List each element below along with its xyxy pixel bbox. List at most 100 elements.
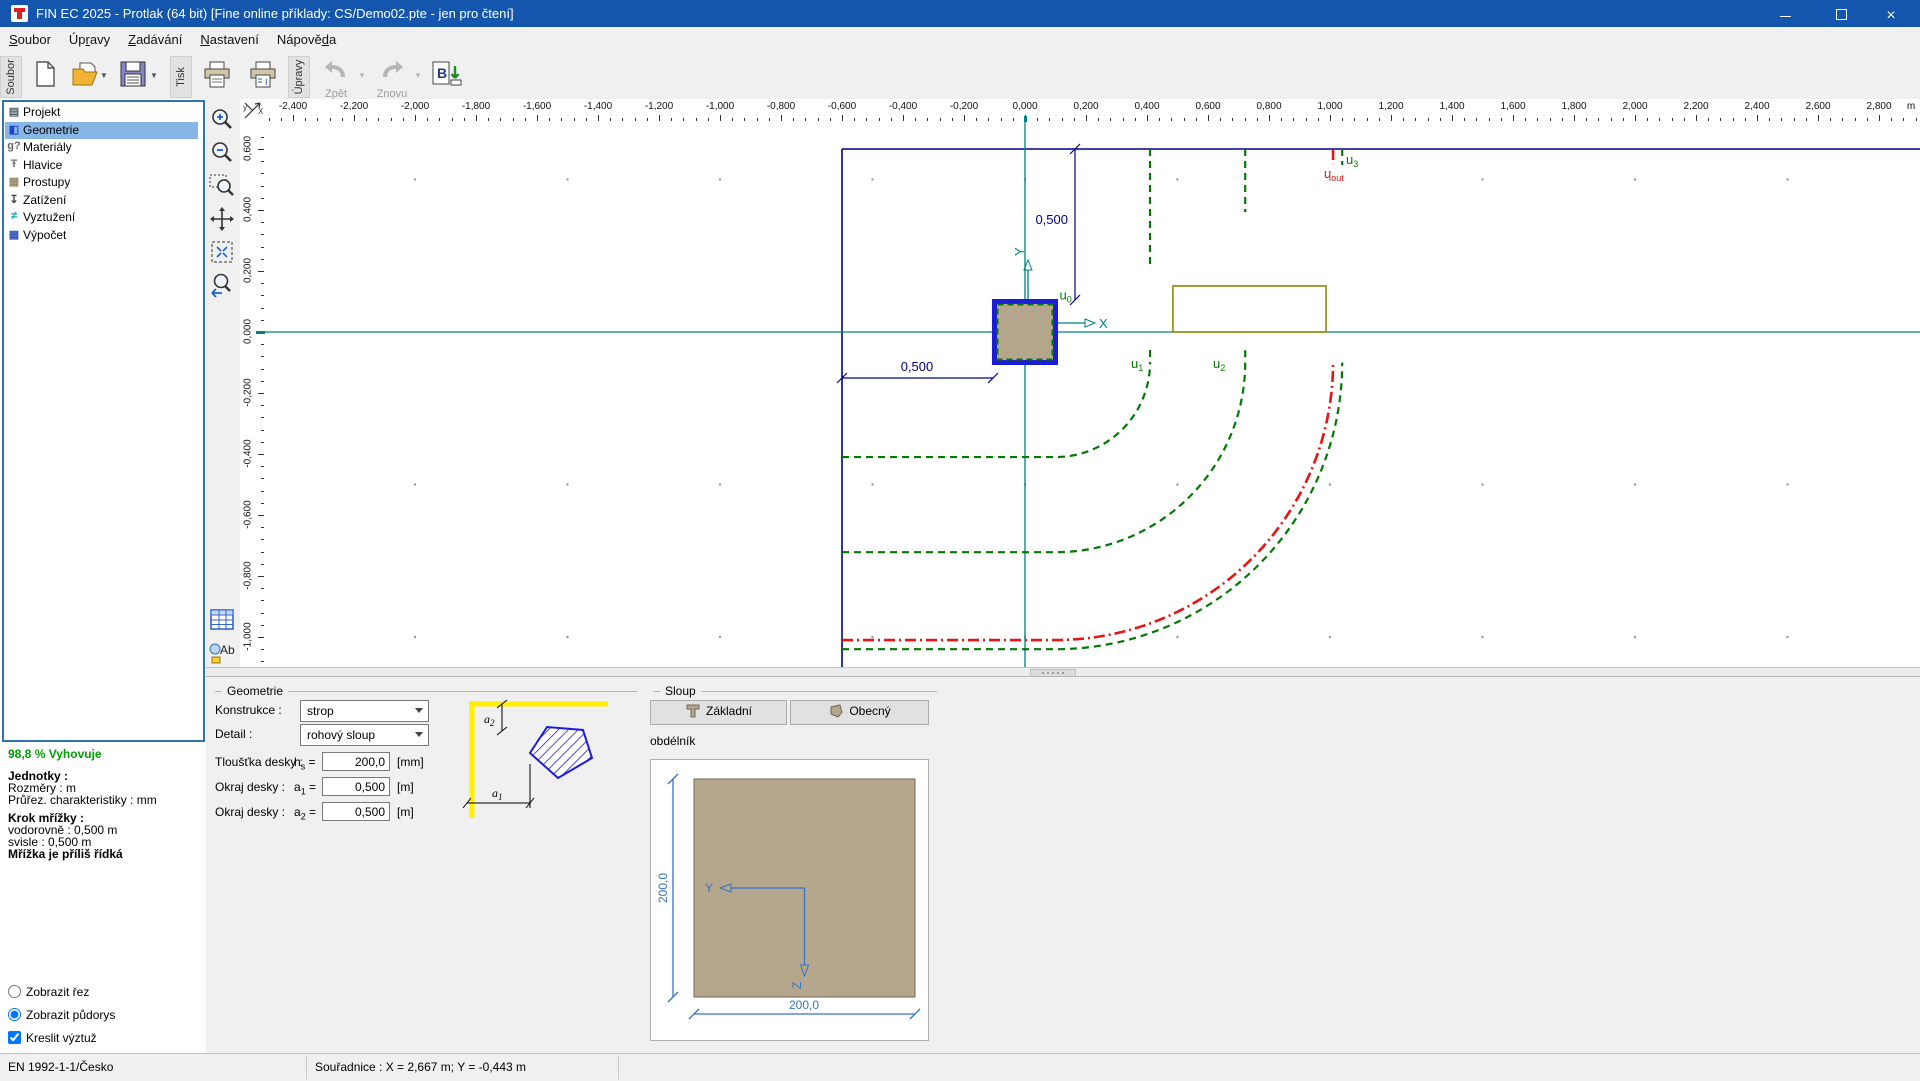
menu-item-napoveda[interactable]: Nápověda [268,27,345,53]
menu-item-soubor[interactable]: Soubor [0,27,60,53]
sidebar-item-label: Projekt [23,105,60,119]
report-export-button[interactable]: B [428,58,468,94]
ruler-tick-label: 0,600 [1186,101,1230,112]
column-general-button[interactable]: Obecný [790,700,929,725]
sidebar-item-prostupy[interactable]: ▦Prostupy [5,174,198,191]
reinforcement-icon: ≠ [5,210,23,222]
drawing-canvas[interactable]: XYu1u2u3uoutu00,5000,500 [265,122,1920,667]
ruler-tick-label: -1,000 [243,617,254,657]
zoom-window-button[interactable] [208,172,238,202]
save-button[interactable] [116,58,150,94]
ruler-tick-label: -1,800 [454,101,498,112]
ruler-tick-label: -0,200 [942,101,986,112]
control-perimeter-uout[interactable] [842,149,1333,640]
new-file-button[interactable] [28,58,62,94]
menu-item-nastaveni[interactable]: Nastavení [191,27,268,53]
pan-icon [208,205,236,233]
menu-bar: SouborÚpravyZadáváníNastaveníNápověda [0,27,1920,53]
undo-dropdown-arrow[interactable]: ▼ [358,71,366,80]
print-icon [202,60,232,88]
redo-dropdown-arrow[interactable]: ▼ [414,71,422,80]
open-file-button[interactable] [68,58,102,94]
horizontal-ruler: X y m -2,400-2,200-2,000-1,800-1,600-1,4… [240,99,1920,123]
ruler-tick-label: -1,600 [515,101,559,112]
unit-label: [mm] [397,755,424,769]
window-title: FIN EC 2025 - Protlak (64 bit) [Fine onl… [36,6,514,21]
opening-outline[interactable] [1173,286,1326,332]
select-detail[interactable]: rohový sloup [300,724,429,746]
results-table-button[interactable] [208,607,238,637]
results-table-icon [208,607,236,633]
ruler-tick-label: 0,000 [1003,101,1047,112]
loads-icon: ↧ [5,193,23,206]
radio-input[interactable] [8,1008,21,1021]
dimension-label: 0,500 [1035,212,1068,227]
redo-button[interactable]: Znovu [372,58,412,94]
sidebar-item-materialy[interactable]: g?Materiály [5,139,198,156]
perimeter-label-u3: u3 [1346,152,1358,169]
sidebar-item-label: Hlavice [23,158,62,172]
undo-icon [324,60,348,78]
result-status: 98,8 % Vyhovuje [8,747,102,761]
properties-panel: Geometrie Konstrukce :stropDetail :rohov… [206,676,1920,1054]
sidebar-item-label: Výpočet [23,228,66,242]
option-label: Zobrazit půdorys [26,1008,115,1022]
checkbox-kreslitvyztuz[interactable]: Kreslit výztuž [8,1031,97,1045]
zoom-in-icon [208,106,236,134]
menu-item-zadavani[interactable]: Zadávání [119,27,191,53]
zoom-previous-icon [208,271,236,299]
column-section[interactable] [995,302,1056,363]
zoom-in-button[interactable] [208,106,238,136]
ruler-tick-label: 2,000 [1613,101,1657,112]
open-dropdown-arrow[interactable]: ▼ [100,71,108,80]
zoom-previous-button[interactable] [208,271,238,301]
menu-item-upravy[interactable]: Úpravy [60,27,119,53]
print-document-button[interactable]: I [246,58,280,94]
svg-text:200,0: 200,0 [656,873,670,903]
navigation-tree: ▤Projekt◧Geometrieg?MateriályŦHlavice▦Pr… [2,100,205,742]
maximize-button[interactable] [1818,0,1864,27]
chevron-down-icon [415,732,423,737]
input-hs[interactable]: 200,0 [322,752,390,771]
field-label: Okraj desky : [215,805,285,819]
ruler-tick-label: 2,800 [1857,101,1901,112]
sidebar-item-label: Materiály [23,140,72,154]
pan-button[interactable] [208,205,238,235]
sidebar-item-geometrie[interactable]: ◧Geometrie [5,122,198,139]
input-a1[interactable]: 0,500 [322,777,390,796]
calculation-icon: ▦ [5,228,23,241]
minimize-button[interactable] [1762,0,1808,27]
close-button[interactable]: × [1868,0,1914,27]
control-perimeter-u3[interactable] [842,149,1342,649]
undo-button[interactable]: Zpět [316,58,356,94]
sidebar-item-hlavice[interactable]: ŦHlavice [5,157,198,174]
sidebar-item-projekt[interactable]: ▤Projekt [5,104,198,121]
zoom-all-button[interactable] [208,238,238,268]
slab-edge [842,149,1920,667]
sidebar-item-vypocet[interactable]: ▦Výpočet [5,227,198,244]
checkbox-input[interactable] [8,1031,21,1044]
radio-input[interactable] [8,985,21,998]
report-export-icon: B [431,60,465,88]
print-button[interactable] [200,58,234,94]
zoom-out-button[interactable] [208,139,238,169]
ruler-tick-label: -2,200 [332,101,376,112]
radio-zobrazitrez[interactable]: Zobrazit řez [8,985,89,999]
ruler-tick-label: 0,800 [1247,101,1291,112]
input-a2[interactable]: 0,500 [322,802,390,821]
title-bar: FIN EC 2025 - Protlak (64 bit) [Fine onl… [0,0,1920,27]
ruler-tick-label: -1,000 [698,101,742,112]
column-basic-button[interactable]: Základní [650,700,787,725]
save-dropdown-arrow[interactable]: ▼ [150,71,158,80]
ruler-tick-label: -0,600 [243,495,254,535]
labels-toggle-button[interactable]: Ab [208,640,238,670]
radio-zobrazitpudorys[interactable]: Zobrazit půdorys [8,1008,115,1022]
general-column-icon [828,703,844,719]
ruler-tick-label: 2,400 [1735,101,1779,112]
select-construction[interactable]: strop [300,700,429,722]
info-line: Průřez. charakteristiky : mm [8,793,157,807]
sidebar-item-zatizeni[interactable]: ↧Zatížení [5,192,198,209]
ruler-tick-label: -0,800 [243,556,254,596]
sidebar-item-vyztuzeni[interactable]: ≠Vyztužení [5,209,198,226]
info-line: Mřížka je příliš řídká [8,847,123,861]
